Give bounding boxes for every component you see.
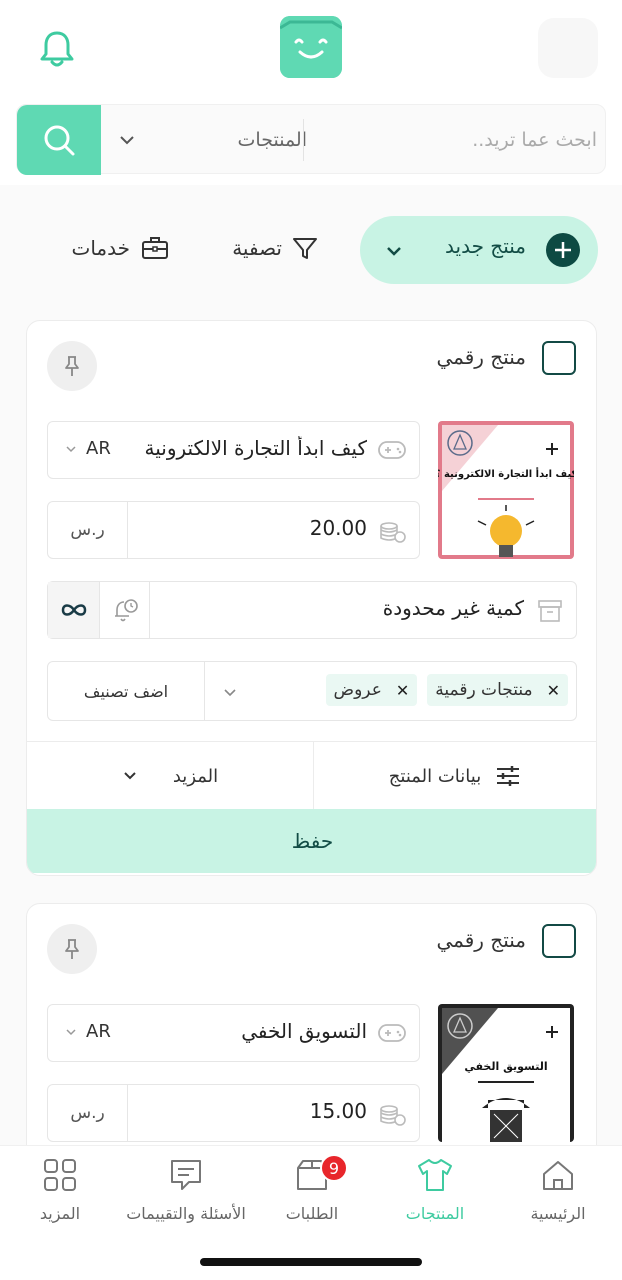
more-label: المزيد <box>172 765 219 787</box>
product-name-field[interactable]: AR التسويق الخفي <box>47 1004 420 1062</box>
app-header: المنتجات <box>0 0 622 185</box>
nav-label: الطلبات <box>285 1204 339 1223</box>
orders-count-badge: 9 <box>320 1154 348 1182</box>
box-icon <box>538 600 562 622</box>
chevron-down-icon[interactable] <box>222 684 238 700</box>
product-name: التسويق الخفي <box>241 1019 367 1043</box>
plus-circle-icon <box>546 233 580 267</box>
product-price: 20.00 <box>309 516 367 540</box>
category-tags: منتجات رقمية ✕ عروض ✕ <box>325 674 568 706</box>
card-actions: بيانات المنتج المزيد <box>27 741 596 810</box>
chevron-down-icon <box>66 445 76 452</box>
new-product-button[interactable]: منتج جديد <box>360 216 598 284</box>
alarm-bell-icon <box>114 599 138 622</box>
funnel-icon <box>293 238 317 259</box>
unlimited-toggle[interactable] <box>48 582 100 638</box>
category-tag: عروض ✕ <box>325 674 418 706</box>
language-select[interactable]: AR <box>64 438 111 459</box>
chevron-down-icon <box>387 247 401 256</box>
chevron-down-icon <box>66 1028 76 1035</box>
category-tag: منتجات رقمية ✕ <box>427 674 568 706</box>
product-name-field[interactable]: AR كيف ابدأ التجارة الالكترونية <box>47 421 420 479</box>
search-icon <box>44 125 75 156</box>
product-select-checkbox[interactable] <box>542 341 576 375</box>
nav-label: المزيد <box>39 1204 81 1223</box>
search-input[interactable] <box>317 115 597 165</box>
grid-icon <box>44 1159 76 1191</box>
nav-label: المنتجات <box>405 1204 465 1223</box>
category-tag-label: منتجات رقمية <box>435 680 533 700</box>
pin-button[interactable] <box>47 924 97 974</box>
briefcase-icon <box>142 237 168 259</box>
filter-button[interactable]: تصفية <box>210 226 320 270</box>
product-data-label: بيانات المنتج <box>388 765 482 787</box>
nav-item-more[interactable]: المزيد <box>0 1156 130 1236</box>
search-bar: المنتجات <box>16 104 606 175</box>
nav-item-products[interactable]: المنتجات <box>365 1156 505 1236</box>
chat-bubble-icon <box>171 1160 201 1190</box>
product-card: منتج رقمي كيف ابدأ التجارة الالكترونية ؟ <box>26 320 597 876</box>
product-quantity-field[interactable]: كمية غير محدودة <box>47 581 577 639</box>
chevron-down-icon <box>124 772 136 780</box>
product-price-field[interactable]: ر.س 20.00 <box>47 501 420 559</box>
search-category-select[interactable]: المنتجات <box>117 125 307 155</box>
infinity-icon <box>61 604 86 616</box>
product-thumbnail[interactable]: كيف ابدأ التجارة الالكترونية ؟ <box>438 421 574 559</box>
more-options-button[interactable]: المزيد <box>27 742 312 810</box>
nav-item-orders[interactable]: 9 الطلبات <box>242 1154 382 1236</box>
product-type-label: منتج رقمي <box>436 345 526 369</box>
services-button[interactable]: خدمات <box>46 226 170 270</box>
nav-item-home[interactable]: الرئيسية <box>488 1156 622 1236</box>
divider <box>303 119 304 161</box>
coins-icon <box>380 522 406 543</box>
currency-label: ر.س <box>48 502 128 558</box>
product-select-checkbox[interactable] <box>542 924 576 958</box>
product-price-field[interactable]: ر.س 15.00 <box>47 1084 420 1142</box>
home-icon <box>543 1161 573 1190</box>
store-logo[interactable] <box>280 16 342 78</box>
tshirt-icon <box>418 1159 452 1191</box>
remove-tag-icon[interactable]: ✕ <box>396 681 409 700</box>
product-thumbnail[interactable]: التسويق الخفي <box>438 1004 574 1142</box>
nav-label: الأسئلة والتقييمات <box>126 1204 246 1223</box>
quantity-label: كمية غير محدودة <box>382 596 524 620</box>
thumbnail-title: كيف ابدأ التجارة الالكترونية ؟ <box>438 467 574 480</box>
divider <box>204 662 205 720</box>
divider <box>313 742 314 810</box>
chevron-down-icon <box>120 136 134 145</box>
save-button[interactable]: حفظ <box>27 809 596 873</box>
language-code: AR <box>86 1021 111 1042</box>
thumbnail-title: التسويق الخفي <box>464 1060 547 1073</box>
pin-button[interactable] <box>47 341 97 391</box>
new-product-label: منتج جديد <box>445 234 526 258</box>
pin-icon <box>65 939 79 959</box>
home-indicator <box>200 1258 422 1266</box>
product-type-label: منتج رقمي <box>436 928 526 952</box>
add-category-button[interactable]: اضف تصنيف <box>48 662 204 720</box>
nav-label: الرئيسية <box>530 1204 586 1223</box>
sliders-icon <box>497 766 520 786</box>
pin-icon <box>65 356 79 376</box>
notifications-bell-icon[interactable] <box>36 28 78 70</box>
currency-label: ر.س <box>48 1085 128 1141</box>
gamepad-icon <box>378 1024 406 1042</box>
filter-label: تصفية <box>232 236 282 260</box>
language-code: AR <box>86 438 111 459</box>
search-category-label: المنتجات <box>237 129 307 151</box>
category-tag-label: عروض <box>333 680 382 700</box>
remove-tag-icon[interactable]: ✕ <box>547 681 560 700</box>
language-select[interactable]: AR <box>64 1021 111 1042</box>
product-data-button[interactable]: بيانات المنتج <box>314 742 596 810</box>
gamepad-icon <box>378 441 406 459</box>
store-avatar[interactable] <box>538 18 598 78</box>
stock-alert-button[interactable] <box>100 582 150 638</box>
product-name: كيف ابدأ التجارة الالكترونية <box>144 436 368 460</box>
services-label: خدمات <box>71 236 131 260</box>
coins-icon <box>380 1105 406 1126</box>
nav-item-questions[interactable]: الأسئلة والتقييمات <box>112 1156 260 1236</box>
search-button[interactable] <box>17 105 101 175</box>
product-price: 15.00 <box>309 1099 367 1123</box>
category-field: اضف تصنيف منتجات رقمية ✕ عروض ✕ <box>47 661 577 721</box>
